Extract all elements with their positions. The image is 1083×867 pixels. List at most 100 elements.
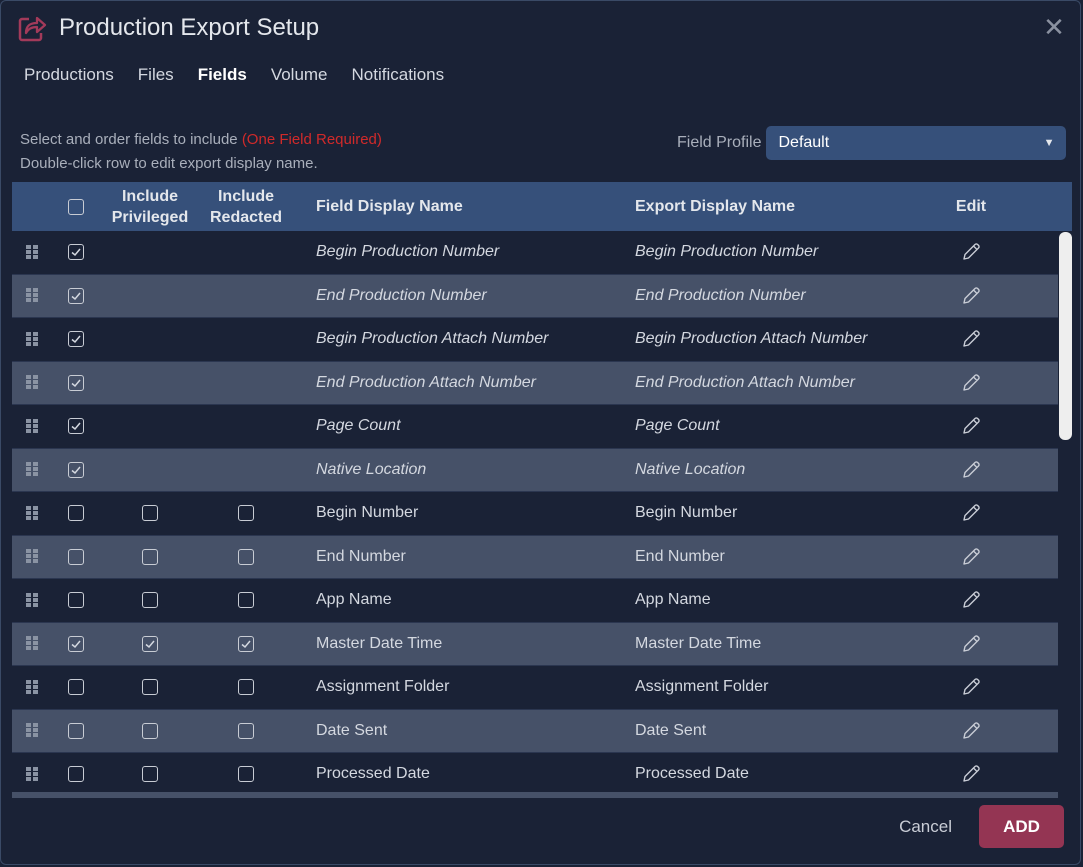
include-field-checkbox[interactable] — [68, 722, 84, 739]
include-field-checkbox[interactable] — [68, 548, 84, 565]
table-row[interactable]: Native Location Native Location — [12, 448, 1058, 492]
checkmark-icon — [241, 640, 251, 648]
include-privileged-checkbox[interactable] — [142, 722, 158, 739]
include-privileged-checkbox[interactable] — [142, 505, 158, 522]
include-field-checkbox[interactable] — [68, 461, 84, 478]
include-redacted-checkbox[interactable] — [238, 722, 254, 739]
fields-table: Include Privileged Include Redacted Field … — [12, 182, 1072, 798]
table-row[interactable]: Page Count Page Count — [12, 405, 1058, 449]
drag-handle-icon[interactable] — [26, 418, 38, 434]
instructions: Select and order fields to include (One … — [20, 128, 382, 176]
drag-handle-icon[interactable] — [26, 549, 38, 564]
include-privileged-checkbox[interactable] — [142, 548, 158, 565]
horizontal-scrollbar[interactable] — [12, 792, 1058, 798]
drag-handle-icon[interactable] — [26, 244, 38, 260]
header-export-display-name[interactable]: Export Display Name — [611, 198, 911, 216]
table-row[interactable]: Begin Production Number Begin Production … — [12, 231, 1058, 275]
include-field-checkbox[interactable] — [68, 244, 84, 261]
include-redacted-checkbox[interactable] — [238, 505, 254, 522]
export-display-name: Assignment Folder — [635, 678, 769, 696]
include-redacted-checkbox[interactable] — [238, 635, 254, 652]
export-display-name: App Name — [635, 591, 711, 609]
include-field-checkbox[interactable] — [68, 505, 84, 522]
tab-productions[interactable]: Productions — [24, 65, 114, 85]
tab-fields[interactable]: Fields — [198, 65, 247, 85]
include-field-checkbox[interactable] — [68, 374, 84, 391]
close-icon[interactable]: ✕ — [1042, 14, 1066, 40]
include-redacted-checkbox[interactable] — [238, 592, 254, 609]
include-field-checkbox[interactable] — [68, 679, 84, 696]
include-field-checkbox[interactable] — [68, 331, 84, 348]
drag-handle-icon[interactable] — [26, 592, 38, 608]
field-display-name: Begin Number — [316, 504, 419, 522]
table-row[interactable]: Assignment Folder Assignment Folder — [12, 666, 1058, 710]
tab-bar: Productions Files Fields Volume Notifica… — [24, 65, 444, 85]
pencil-icon[interactable] — [960, 720, 982, 742]
instruction-hint: Double-click row to edit export display … — [20, 155, 318, 172]
pencil-icon[interactable] — [960, 328, 982, 350]
pencil-icon[interactable] — [960, 372, 982, 394]
include-field-checkbox[interactable] — [68, 766, 84, 783]
pencil-icon[interactable] — [960, 459, 982, 481]
table-row[interactable]: End Production Number End Production Numb… — [12, 274, 1058, 318]
table-row[interactable]: Processed Date Processed Date — [12, 753, 1058, 797]
field-profile: Field Profile Default ▼ — [677, 126, 1067, 160]
pencil-icon[interactable] — [960, 502, 982, 524]
add-button[interactable]: ADD — [979, 805, 1064, 848]
tab-notifications[interactable]: Notifications — [352, 65, 445, 85]
checkmark-icon — [71, 292, 81, 300]
include-redacted-checkbox[interactable] — [238, 679, 254, 696]
pencil-icon[interactable] — [960, 285, 982, 307]
include-privileged-checkbox[interactable] — [142, 635, 158, 652]
share-export-icon — [18, 16, 47, 42]
header-field-display-name[interactable]: Field Display Name — [292, 198, 611, 216]
table-row[interactable]: Begin Production Attach Number Begin Prod… — [12, 318, 1058, 362]
select-all-checkbox[interactable] — [68, 198, 84, 215]
drag-handle-icon[interactable] — [26, 679, 38, 695]
field-display-name: End Production Attach Number — [316, 373, 536, 391]
checkmark-icon — [71, 422, 81, 431]
include-field-checkbox[interactable] — [68, 418, 84, 435]
include-privileged-checkbox[interactable] — [142, 766, 158, 783]
drag-handle-icon[interactable] — [26, 723, 38, 738]
pencil-icon[interactable] — [960, 763, 982, 785]
pencil-icon[interactable] — [960, 589, 982, 611]
pencil-icon[interactable] — [960, 633, 982, 655]
table-row[interactable]: Begin Number Begin Number — [12, 492, 1058, 536]
include-redacted-checkbox[interactable] — [238, 548, 254, 565]
pencil-icon[interactable] — [960, 241, 982, 263]
drag-handle-icon[interactable] — [26, 766, 38, 782]
export-display-name: Page Count — [635, 417, 720, 435]
drag-handle-icon[interactable] — [26, 375, 38, 390]
field-profile-select[interactable]: Default ▼ — [766, 126, 1067, 160]
include-field-checkbox[interactable] — [68, 592, 84, 609]
checkmark-icon — [71, 379, 81, 387]
drag-handle-icon[interactable] — [26, 505, 38, 521]
include-field-checkbox[interactable] — [68, 635, 84, 652]
include-field-checkbox[interactable] — [68, 287, 84, 304]
field-display-name: Assignment Folder — [316, 678, 450, 696]
pencil-icon[interactable] — [960, 415, 982, 437]
include-privileged-checkbox[interactable] — [142, 592, 158, 609]
include-privileged-checkbox[interactable] — [142, 679, 158, 696]
drag-handle-icon[interactable] — [26, 462, 38, 477]
table-row[interactable]: Date Sent Date Sent — [12, 709, 1058, 753]
table-row[interactable]: Master Date Time Master Date Time — [12, 622, 1058, 666]
table-row[interactable]: End Number End Number — [12, 535, 1058, 579]
drag-handle-icon[interactable] — [26, 331, 38, 347]
export-display-name: Master Date Time — [635, 634, 762, 652]
table-row[interactable]: End Production Attach Number End Producti… — [12, 361, 1058, 405]
pencil-icon[interactable] — [960, 676, 982, 698]
drag-handle-icon[interactable] — [26, 636, 38, 651]
export-display-name: Date Sent — [635, 721, 707, 739]
tab-volume[interactable]: Volume — [271, 65, 328, 85]
table-row[interactable]: App Name App Name — [12, 579, 1058, 623]
table-header: Include Privileged Include Redacted Field … — [12, 182, 1072, 231]
cancel-button[interactable]: Cancel — [899, 817, 952, 837]
vertical-scrollbar[interactable] — [1059, 232, 1072, 440]
pencil-icon[interactable] — [960, 546, 982, 568]
drag-handle-icon[interactable] — [26, 288, 38, 303]
include-redacted-checkbox[interactable] — [238, 766, 254, 783]
tab-files[interactable]: Files — [138, 65, 174, 85]
header-include-privileged: Include Privileged — [111, 187, 189, 226]
